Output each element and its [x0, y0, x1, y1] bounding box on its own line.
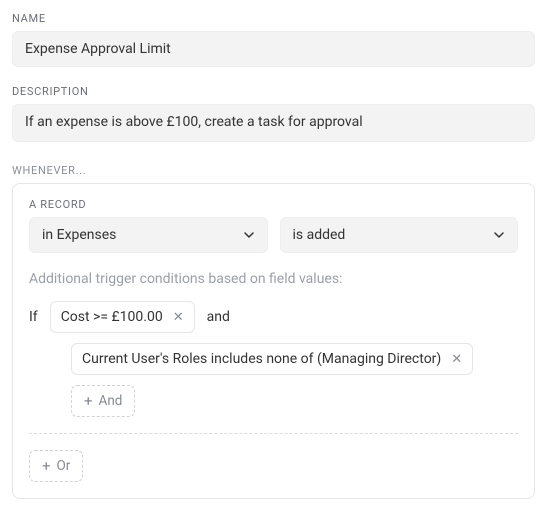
description-label: DESCRIPTION — [12, 85, 535, 98]
name-label: NAME — [12, 12, 535, 25]
collection-select-value: in Expenses — [42, 227, 116, 243]
condition-chip-text: Cost >= £100.00 — [61, 309, 163, 325]
trigger-card: A RECORD in Expenses is added Additional… — [12, 183, 535, 499]
condition-chip[interactable]: Cost >= £100.00 ✕ — [50, 301, 195, 333]
name-input[interactable] — [12, 31, 535, 67]
collection-select[interactable]: in Expenses — [29, 217, 268, 253]
divider — [29, 433, 518, 434]
add-or-button[interactable]: + Or — [29, 450, 83, 482]
add-or-label: Or — [57, 458, 71, 474]
description-textarea[interactable] — [12, 104, 535, 142]
event-select[interactable]: is added — [280, 217, 519, 253]
add-and-button[interactable]: + And — [71, 385, 135, 417]
event-select-value: is added — [293, 227, 346, 243]
and-text: and — [207, 309, 230, 325]
chevron-down-icon — [493, 229, 505, 241]
a-record-label: A RECORD — [29, 198, 518, 211]
if-text: If — [29, 309, 38, 325]
condition-chip-text: Current User's Roles includes none of (M… — [82, 351, 441, 367]
plus-icon: + — [42, 459, 51, 474]
close-icon[interactable]: ✕ — [173, 311, 184, 324]
condition-chip[interactable]: Current User's Roles includes none of (M… — [71, 343, 473, 375]
plus-icon: + — [84, 394, 93, 409]
conditions-sub-text: Additional trigger conditions based on f… — [29, 271, 518, 287]
whenever-label: WHENEVER... — [12, 164, 535, 177]
add-and-label: And — [99, 393, 123, 409]
close-icon[interactable]: ✕ — [451, 353, 462, 366]
chevron-down-icon — [243, 229, 255, 241]
